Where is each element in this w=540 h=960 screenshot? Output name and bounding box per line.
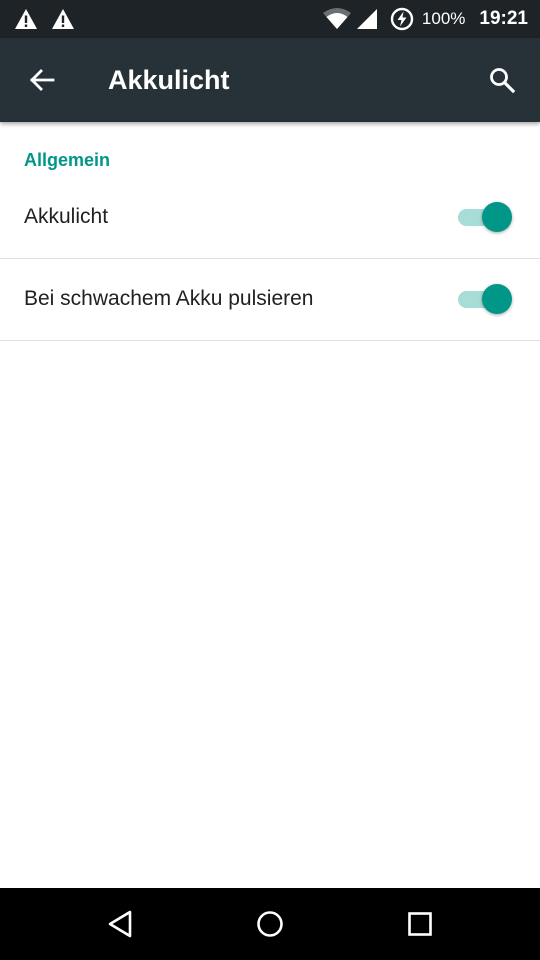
app-bar: Akkulicht [0, 38, 540, 122]
notification-icons [14, 8, 75, 35]
back-triangle-icon [108, 910, 132, 938]
switch-thumb [482, 284, 512, 314]
akkulicht-switch[interactable] [456, 202, 512, 232]
battery-charging-icon [390, 7, 414, 31]
nav-home-button[interactable] [250, 904, 290, 944]
screen: 100% 19:21 Akkulicht Allgemein Akkulicht [0, 0, 540, 960]
switch-thumb [482, 202, 512, 232]
nav-back-button[interactable] [100, 904, 140, 944]
status-bar: 100% 19:21 [0, 0, 540, 38]
preference-label: Bei schwachem Akku pulsieren [24, 287, 314, 310]
preference-label: Akkulicht [24, 205, 109, 228]
nav-recents-button[interactable] [400, 904, 440, 944]
page-title: Akkulicht [108, 65, 230, 95]
warning-icon [51, 8, 75, 35]
warning-icon [14, 8, 38, 35]
pulse-switch[interactable] [456, 284, 512, 314]
system-status: 100% 19:21 [322, 0, 528, 38]
section-header: Allgemein [24, 150, 111, 170]
clock: 19:21 [479, 8, 528, 29]
arrow-back-icon [30, 69, 55, 91]
home-circle-icon [257, 911, 283, 937]
navigation-bar [0, 888, 540, 960]
recents-square-icon [408, 912, 432, 936]
preference-akkulicht[interactable]: Akkulicht [0, 176, 540, 259]
battery-percentage: 100% [421, 9, 466, 28]
cell-signal-icon [356, 8, 378, 30]
back-button[interactable] [22, 60, 62, 100]
search-button[interactable] [482, 60, 522, 100]
search-icon [490, 68, 516, 94]
wifi-icon [322, 8, 352, 30]
preference-pulse-low-battery[interactable]: Bei schwachem Akku pulsieren [0, 258, 540, 341]
